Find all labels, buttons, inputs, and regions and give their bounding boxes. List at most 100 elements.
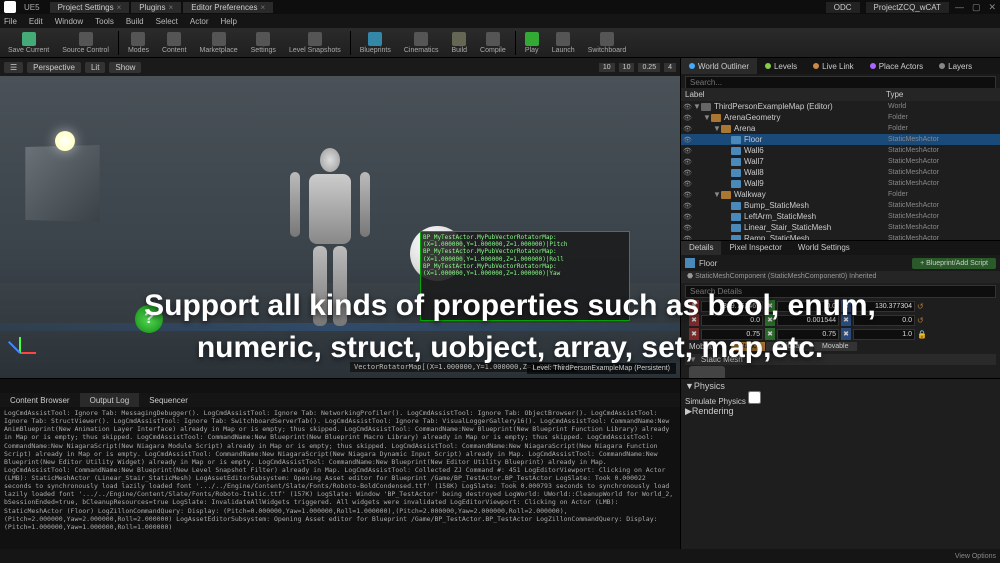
outliner-row[interactable]: 👁FloorStaticMeshActor [681, 134, 1000, 145]
outliner-row[interactable]: 👁▼WalkwayFolder [681, 189, 1000, 200]
scale-z-input[interactable] [853, 329, 915, 340]
menu-actor[interactable]: Actor [190, 17, 209, 26]
grid-snap[interactable]: 10 [599, 63, 615, 72]
menu-build[interactable]: Build [126, 17, 144, 26]
outliner-row[interactable]: 👁▼ArenaFolder [681, 123, 1000, 134]
source-control-button[interactable]: Source Control [56, 31, 115, 55]
header-type[interactable]: Type [886, 90, 996, 99]
blueprints-button[interactable]: Blueprints [354, 31, 397, 55]
settings-button[interactable]: Settings [245, 31, 282, 55]
build-button[interactable]: Build [445, 31, 473, 55]
close-tab-icon[interactable]: × [260, 3, 265, 12]
rotation-x-input[interactable] [701, 315, 763, 326]
editor-tab[interactable]: Editor Preferences× [183, 2, 273, 13]
lit-button[interactable]: Lit [85, 62, 105, 73]
location-x-input[interactable] [701, 301, 763, 312]
panel-tab-live-link[interactable]: Live Link [805, 58, 862, 74]
switchboard-button[interactable]: Switchboard [582, 31, 633, 55]
details-tab-pixel-inspector[interactable]: Pixel Inspector [721, 241, 789, 255]
outliner-row[interactable]: 👁LeftArm_StaticMeshStaticMeshActor [681, 211, 1000, 222]
location-z-input[interactable] [853, 301, 915, 312]
mobility-static[interactable]: Static [731, 342, 765, 351]
mesh-thumbnail[interactable] [689, 366, 725, 378]
outliner-row[interactable]: 👁▼ArenaGeometryFolder [681, 112, 1000, 123]
marketplace-button[interactable]: Marketplace [194, 31, 244, 55]
scale-x-input[interactable] [701, 329, 763, 340]
reset-icon[interactable]: ↺ [917, 302, 924, 311]
panel-tab-layers[interactable]: Layers [931, 58, 980, 74]
menu-help[interactable]: Help [221, 17, 237, 26]
bottom-tab-output-log[interactable]: Output Log [80, 393, 140, 407]
rotation-y-input[interactable] [777, 315, 839, 326]
close-tab-icon[interactable]: × [169, 3, 174, 12]
menu-tools[interactable]: Tools [95, 17, 114, 26]
outliner-row[interactable]: 👁Bump_StaticMeshStaticMeshActor [681, 200, 1000, 211]
panel-tab-world-outliner[interactable]: World Outliner [681, 58, 757, 74]
visibility-icon[interactable]: 👁 [683, 191, 693, 199]
content-button[interactable]: Content [156, 31, 193, 55]
3d-viewport[interactable]: ? BP_MyTestActor.MyPubVectorRotatorMap:(… [0, 76, 680, 378]
close-tab-icon[interactable]: × [117, 3, 122, 12]
modes-button[interactable]: Modes [122, 31, 155, 55]
simulate-physics-checkbox[interactable] [748, 391, 761, 404]
level-snapshots-button[interactable]: Level Snapshots [283, 31, 347, 55]
editor-tab[interactable]: Plugins× [131, 2, 181, 13]
component-row[interactable]: ⬣ StaticMeshComponent (StaticMeshCompone… [681, 271, 1000, 283]
visibility-icon[interactable]: 👁 [683, 147, 693, 155]
camera-speed[interactable]: 4 [664, 63, 676, 72]
scale-snap[interactable]: 0.25 [638, 63, 660, 72]
menu-file[interactable]: File [4, 17, 17, 26]
mobility-stationary[interactable]: Stationary [766, 342, 814, 351]
minimize-icon[interactable]: — [955, 2, 964, 13]
location-y-input[interactable] [777, 301, 839, 312]
lock-scale-icon[interactable]: 🔒 [917, 330, 927, 339]
outliner-row[interactable]: 👁▼ThirdPersonExampleMap (Editor)World [681, 101, 1000, 112]
menu-window[interactable]: Window [55, 17, 83, 26]
angle-snap[interactable]: 10 [619, 63, 635, 72]
visibility-icon[interactable]: 👁 [683, 202, 693, 210]
editor-tab[interactable]: Project Settings× [50, 2, 130, 13]
perspective-button[interactable]: Perspective [27, 62, 81, 73]
visibility-icon[interactable]: 👁 [683, 224, 693, 232]
maximize-icon[interactable]: ▢ [972, 2, 981, 13]
rotation-z-input[interactable] [853, 315, 915, 326]
outliner-row[interactable]: 👁Wall8StaticMeshActor [681, 167, 1000, 178]
launch-button[interactable]: Launch [546, 31, 581, 55]
status-view-options[interactable]: View Options [955, 553, 996, 560]
details-tab-details[interactable]: Details [681, 241, 721, 255]
close-icon[interactable]: ✕ [988, 2, 996, 13]
play-button[interactable]: Play [519, 31, 545, 55]
selected-actor-name[interactable]: Floor [699, 259, 908, 268]
visibility-icon[interactable]: 👁 [683, 114, 693, 122]
panel-tab-levels[interactable]: Levels [757, 58, 805, 74]
project-name[interactable]: ProjectZCQ_wCAT [866, 2, 949, 13]
show-button[interactable]: Show [109, 62, 141, 73]
mobility-movable[interactable]: Movable [814, 342, 856, 351]
outliner-row[interactable]: 👁Ramp_StaticMeshStaticMeshActor [681, 233, 1000, 240]
outliner-row[interactable]: 👁Wall9StaticMeshActor [681, 178, 1000, 189]
menu-select[interactable]: Select [156, 17, 178, 26]
outliner-row[interactable]: 👁Wall6StaticMeshActor [681, 145, 1000, 156]
save-current-button[interactable]: Save Current [2, 31, 55, 55]
rendering-section-header[interactable]: ▶Rendering [685, 406, 996, 417]
header-label[interactable]: Label [685, 90, 886, 99]
menu-edit[interactable]: Edit [29, 17, 43, 26]
cinematics-button[interactable]: Cinematics [398, 31, 445, 55]
visibility-icon[interactable]: 👁 [683, 169, 693, 177]
panel-tab-place-actors[interactable]: Place Actors [862, 58, 931, 74]
visibility-icon[interactable]: 👁 [683, 213, 693, 221]
viewport-menu-button[interactable]: ☰ [4, 62, 23, 73]
compile-button[interactable]: Compile [474, 31, 512, 55]
details-tab-world-settings[interactable]: World Settings [790, 241, 858, 255]
outliner-row[interactable]: 👁Wall7StaticMeshActor [681, 156, 1000, 167]
visibility-icon[interactable]: 👁 [683, 180, 693, 188]
visibility-icon[interactable]: 👁 [683, 136, 693, 144]
outliner-row[interactable]: 👁Linear_Stair_StaticMeshStaticMeshActor [681, 222, 1000, 233]
bottom-tab-content-browser[interactable]: Content Browser [0, 393, 80, 407]
visibility-icon[interactable]: 👁 [683, 103, 693, 111]
reset-icon[interactable]: ↺ [917, 316, 924, 325]
log-output[interactable]: LogCmdAssistTool: Ignore Tab: MessagingD… [0, 407, 680, 549]
scale-y-input[interactable] [777, 329, 839, 340]
visibility-icon[interactable]: 👁 [683, 158, 693, 166]
physics-section-header[interactable]: ▼Physics [685, 381, 996, 391]
